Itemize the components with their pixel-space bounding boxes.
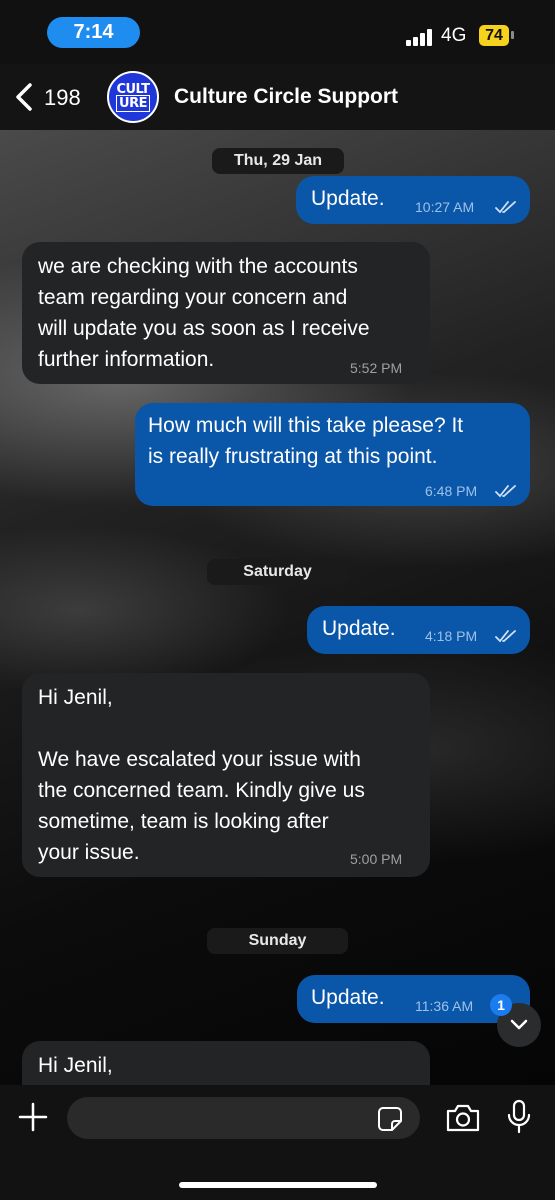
double-check-icon bbox=[495, 201, 516, 214]
battery-tip bbox=[511, 31, 514, 39]
date-separator: Sunday bbox=[207, 928, 348, 954]
message-bubble-incoming[interactable]: Hi Jenil, We have escalated your issue w… bbox=[22, 673, 430, 877]
composer-bar bbox=[0, 1085, 555, 1200]
message-time: 5:52 PM bbox=[350, 360, 403, 376]
message-bubble-outgoing[interactable]: Update. 10:27 AM bbox=[296, 176, 530, 224]
avatar-logo-line2: URE bbox=[116, 95, 150, 112]
sticker-icon[interactable] bbox=[377, 1106, 403, 1132]
double-check-icon bbox=[495, 630, 516, 643]
chat-header: 198 CULT URE Culture Circle Support bbox=[0, 64, 555, 130]
unread-badge: 1 bbox=[490, 994, 512, 1016]
message-text: Hi Jenil, bbox=[38, 1054, 113, 1077]
message-time: 6:48 PM bbox=[425, 483, 478, 499]
message-text: Update. bbox=[322, 617, 396, 640]
message-bubble-outgoing[interactable]: How much will this take please? It is re… bbox=[135, 403, 530, 506]
double-check-icon bbox=[495, 485, 516, 498]
message-text: Update. bbox=[311, 187, 385, 210]
status-bar: 7:14 4G 74 bbox=[0, 0, 555, 64]
message-bubble-incoming[interactable]: we are checking with the accounts team r… bbox=[22, 242, 430, 384]
message-text: we are checking with the accounts team r… bbox=[38, 255, 370, 371]
contact-name[interactable]: Culture Circle Support bbox=[174, 85, 398, 109]
message-time: 4:18 PM bbox=[425, 628, 478, 644]
microphone-icon[interactable] bbox=[506, 1099, 532, 1135]
message-input[interactable] bbox=[67, 1097, 420, 1139]
home-indicator bbox=[179, 1182, 377, 1188]
message-bubble-outgoing[interactable]: Update. 4:18 PM bbox=[307, 606, 530, 654]
message-text: Hi Jenil, We have escalated your issue w… bbox=[38, 686, 365, 864]
chevron-down-icon bbox=[510, 1019, 528, 1030]
contact-avatar[interactable]: CULT URE bbox=[107, 71, 159, 123]
date-separator: Thu, 29 Jan bbox=[212, 148, 344, 174]
message-time: 10:27 AM bbox=[415, 199, 475, 215]
message-text: Update. bbox=[311, 986, 385, 1009]
back-unread-count[interactable]: 198 bbox=[44, 85, 81, 111]
battery-icon: 74 bbox=[479, 25, 509, 46]
plus-icon[interactable] bbox=[18, 1102, 48, 1132]
message-time: 5:00 PM bbox=[350, 851, 403, 867]
message-time: 11:36 AM bbox=[415, 998, 474, 1014]
message-text: How much will this take please? It is re… bbox=[148, 414, 464, 468]
status-time: 7:14 bbox=[47, 17, 140, 48]
network-label: 4G bbox=[441, 25, 467, 46]
signal-icon bbox=[406, 28, 434, 46]
camera-icon[interactable] bbox=[445, 1103, 481, 1133]
date-separator: Saturday bbox=[207, 559, 348, 585]
back-chevron-icon[interactable] bbox=[12, 82, 38, 112]
